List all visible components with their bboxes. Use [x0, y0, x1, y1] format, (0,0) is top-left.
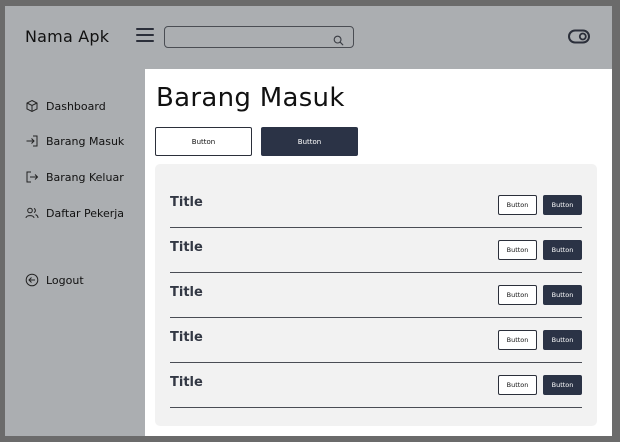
sidebar-item-barang-keluar[interactable]: Barang Keluar: [25, 168, 124, 186]
row-outline-button[interactable]: Button: [498, 285, 537, 305]
primary-dark-button[interactable]: Button: [261, 127, 358, 156]
row-outline-button[interactable]: Button: [498, 195, 537, 215]
list-item-title: Title: [170, 330, 203, 345]
sidebar-item-label: Barang Masuk: [46, 134, 125, 148]
main-content: Barang Masuk Button Button Title Button …: [145, 69, 612, 436]
primary-outline-button[interactable]: Button: [155, 127, 252, 156]
page-title: Barang Masuk: [156, 83, 345, 113]
list-item: Title Button Button: [170, 183, 582, 228]
list-item: Title Button Button: [170, 318, 582, 363]
list-item-title: Title: [170, 240, 203, 255]
list-card: Title Button Button Title Button Button …: [155, 164, 597, 426]
row-dark-button[interactable]: Button: [543, 195, 582, 215]
search-icon[interactable]: [333, 31, 344, 46]
logout-arrow-icon: [25, 170, 39, 184]
row-outline-button[interactable]: Button: [498, 375, 537, 395]
list-item-title: Title: [170, 195, 203, 210]
row-dark-button[interactable]: Button: [543, 330, 582, 350]
row-dark-button[interactable]: Button: [543, 375, 582, 395]
logout-label: Logout: [46, 273, 84, 287]
list-item-title: Title: [170, 375, 203, 390]
row-outline-button[interactable]: Button: [498, 330, 537, 350]
sidebar-item-barang-masuk[interactable]: Barang Masuk: [25, 132, 124, 150]
list-item: Title Button Button: [170, 273, 582, 318]
box-icon: [25, 99, 39, 113]
hamburger-icon[interactable]: [136, 28, 155, 44]
row-dark-button[interactable]: Button: [543, 240, 582, 260]
list-item: Title Button Button: [170, 228, 582, 273]
users-icon: [25, 206, 39, 220]
sidebar-item-dashboard[interactable]: Dashboard: [25, 97, 106, 115]
search-input[interactable]: [171, 29, 321, 45]
circle-arrow-left-icon: [25, 273, 39, 287]
login-arrow-icon: [25, 134, 39, 148]
sidebar: Dashboard Barang Masuk Barang Keluar Daf…: [5, 69, 145, 436]
sidebar-item-label: Barang Keluar: [46, 170, 124, 184]
toggle-icon[interactable]: [568, 29, 590, 44]
app-window: Nama Apk Dashboard Barang Masuk Barang K…: [5, 6, 612, 436]
row-divider: [170, 407, 582, 408]
sidebar-item-label: Daftar Pekerja: [46, 206, 125, 220]
top-bar: Nama Apk: [5, 6, 612, 69]
sidebar-item-label: Dashboard: [46, 99, 106, 113]
row-dark-button[interactable]: Button: [543, 285, 582, 305]
row-outline-button[interactable]: Button: [498, 240, 537, 260]
list-item: Title Button Button: [170, 363, 582, 408]
list-item-title: Title: [170, 285, 203, 300]
search-field[interactable]: [164, 26, 354, 48]
sidebar-item-daftar-pekerja[interactable]: Daftar Pekerja: [25, 204, 124, 222]
app-name: Nama Apk: [25, 27, 110, 46]
logout-button[interactable]: Logout: [25, 271, 84, 289]
